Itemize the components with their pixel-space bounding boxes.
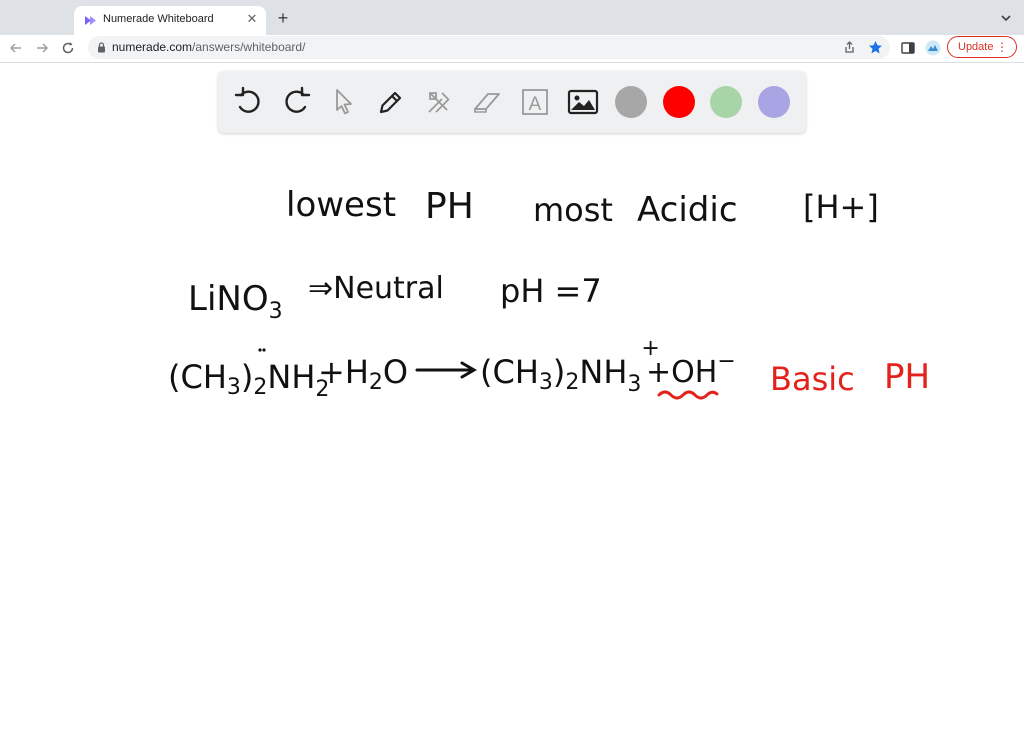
note-text-acidic: Acidic [637, 190, 738, 230]
note-text-ph: PH [425, 186, 474, 227]
lock-icon [98, 42, 105, 53]
forward-arrow-icon[interactable] [34, 40, 50, 56]
note-text-most: most [533, 191, 613, 229]
whiteboard-canvas[interactable]: lowest PH most Acidic [H+] LiNO3 ⇒Neutra… [0, 63, 1024, 732]
red-underline [657, 390, 719, 400]
note-text-dimethylammonium: (CH3)2NH3+ [480, 336, 660, 397]
back-arrow-icon[interactable] [8, 40, 24, 56]
browser-toolbar: numerade.com/answers/whiteboard/ Update … [0, 35, 1024, 63]
address-bar[interactable]: numerade.com/answers/whiteboard/ [88, 36, 890, 59]
note-text-ph-7: pH =7 [500, 272, 602, 310]
note-text-lowest: lowest [286, 185, 396, 225]
note-text-basic: Basic [770, 360, 855, 398]
note-text-dimethylamine: (CH3)2NH2 [168, 358, 329, 402]
menu-dots-icon: ⋮ [996, 40, 1008, 54]
note-line-2: LiNO3 ⇒Neutral pH =7 [188, 271, 602, 324]
tab-title: Numerade Whiteboard [103, 13, 214, 25]
note-text-hydroxide: +OH− [646, 349, 736, 390]
side-panel-icon[interactable] [900, 40, 916, 56]
reload-icon[interactable] [60, 40, 76, 56]
note-text-neutral: ⇒Neutral [308, 271, 444, 306]
lone-pair-dot [262, 348, 266, 352]
new-tab-button[interactable]: + [274, 9, 292, 27]
profile-avatar-icon[interactable] [925, 40, 941, 56]
url-text: numerade.com/answers/whiteboard/ [112, 40, 306, 54]
note-text-h-plus: [H+] [803, 188, 879, 226]
reaction-arrow [415, 361, 477, 379]
share-icon[interactable] [842, 40, 857, 55]
note-line-1: lowest PH most Acidic [H+] [286, 185, 879, 230]
note-text-water: +H2O [318, 353, 408, 395]
note-line-3: (CH3)2NH2 +H2O (CH3)2NH3+ +OH− Basic PH [168, 336, 930, 402]
tab-close-icon[interactable]: ✕ [244, 11, 260, 27]
lone-pair-dot [258, 348, 262, 352]
tab-numerade-whiteboard[interactable]: Numerade Whiteboard ✕ [74, 6, 266, 35]
numerade-logo-icon [85, 16, 96, 25]
update-button[interactable]: Update ⋮ [947, 36, 1017, 58]
tab-strip: Numerade Whiteboard ✕ + [0, 0, 1024, 35]
note-text-basic-ph: PH [884, 357, 930, 397]
bookmark-star-icon[interactable] [868, 40, 883, 55]
note-text-lino3: LiNO3 [188, 279, 283, 324]
chevron-down-icon[interactable] [998, 10, 1014, 26]
